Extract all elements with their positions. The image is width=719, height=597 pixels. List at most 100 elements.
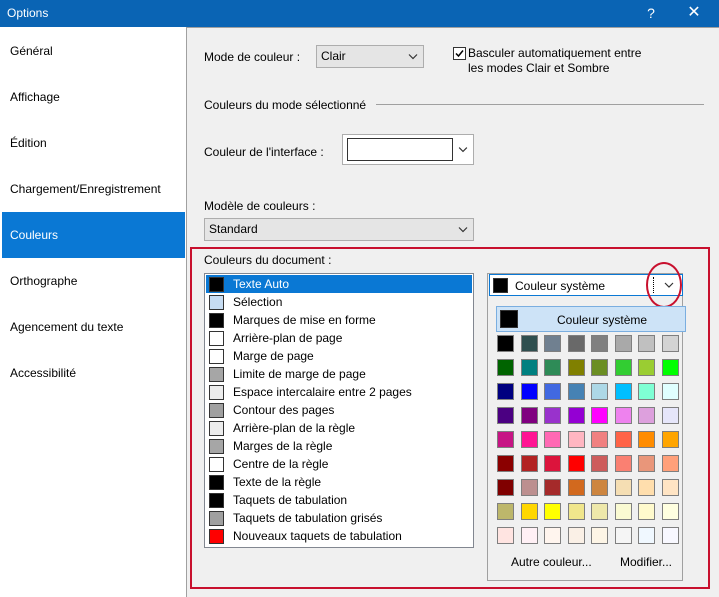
list-item[interactable]: Sélection — [206, 293, 472, 311]
color-cell[interactable] — [497, 455, 514, 472]
color-cell[interactable] — [591, 431, 608, 448]
color-cell[interactable] — [520, 479, 538, 496]
color-cell[interactable] — [591, 335, 608, 352]
sidebar-item-colors[interactable]: Couleurs — [2, 212, 185, 258]
color-cell[interactable] — [638, 527, 655, 544]
color-model-select[interactable]: Standard — [204, 218, 474, 241]
list-item[interactable]: Arrière-plan de page — [206, 329, 472, 347]
color-cell[interactable] — [544, 479, 561, 496]
color-cell[interactable] — [638, 479, 655, 496]
color-cell[interactable] — [497, 503, 514, 520]
color-cell[interactable] — [591, 479, 608, 496]
list-item[interactable]: Taquets de tabulation — [206, 491, 472, 509]
color-cell[interactable] — [567, 407, 585, 424]
color-cell[interactable] — [661, 455, 679, 472]
color-cell[interactable] — [567, 503, 585, 520]
color-cell[interactable] — [497, 407, 514, 424]
list-item[interactable]: Espace intercalaire entre 2 pages — [206, 383, 472, 401]
color-cell[interactable] — [661, 479, 679, 496]
color-cell[interactable] — [661, 527, 679, 544]
color-cell[interactable] — [567, 359, 585, 376]
sidebar-item-editing[interactable]: Édition — [2, 120, 185, 166]
sidebar-item-accessibility[interactable]: Accessibilité — [2, 350, 185, 396]
list-item[interactable]: Marge de page — [206, 347, 472, 365]
color-cell[interactable] — [567, 479, 585, 496]
color-cell[interactable] — [591, 455, 608, 472]
color-cell[interactable] — [497, 431, 514, 448]
color-cell[interactable] — [661, 431, 679, 448]
color-cell[interactable] — [638, 431, 655, 448]
color-cell[interactable] — [544, 455, 561, 472]
sidebar-item-spelling[interactable]: Orthographe — [2, 258, 185, 304]
color-cell[interactable] — [614, 359, 632, 376]
color-cell[interactable] — [591, 527, 608, 544]
color-cell[interactable] — [520, 527, 538, 544]
list-item[interactable]: Texte de la règle — [206, 473, 472, 491]
color-cell[interactable] — [661, 359, 679, 376]
sidebar-item-load-save[interactable]: Chargement/Enregistrement — [2, 166, 185, 212]
color-cell[interactable] — [614, 335, 632, 352]
color-cell[interactable] — [638, 407, 655, 424]
list-item[interactable]: Marques de mise en forme — [206, 311, 472, 329]
color-cell[interactable] — [520, 407, 538, 424]
color-cell[interactable] — [661, 383, 679, 400]
color-cell[interactable] — [567, 455, 585, 472]
color-cell[interactable] — [544, 407, 561, 424]
color-cell[interactable] — [520, 455, 538, 472]
color-cell[interactable] — [638, 383, 655, 400]
list-item[interactable]: Arrière-plan de la règle — [206, 419, 472, 437]
color-cell[interactable] — [497, 383, 514, 400]
color-cell[interactable] — [567, 527, 585, 544]
color-cell[interactable] — [544, 359, 561, 376]
modify-link[interactable]: Modifier... — [620, 555, 672, 569]
system-color-button[interactable]: Couleur système — [496, 306, 686, 332]
color-cell[interactable] — [614, 527, 632, 544]
color-cell[interactable] — [591, 359, 608, 376]
color-cell[interactable] — [638, 359, 655, 376]
help-icon[interactable]: ? — [639, 3, 663, 23]
close-icon[interactable]: ✕ — [680, 3, 708, 23]
color-cell[interactable] — [567, 431, 585, 448]
color-cell[interactable] — [614, 407, 632, 424]
color-cell[interactable] — [638, 503, 655, 520]
color-cell[interactable] — [638, 335, 655, 352]
list-item[interactable]: Centre de la règle — [206, 455, 472, 473]
color-cell[interactable] — [661, 407, 679, 424]
list-item[interactable]: Limite de marge de page — [206, 365, 472, 383]
color-cell[interactable] — [591, 383, 608, 400]
color-cell[interactable] — [520, 359, 538, 376]
color-cell[interactable] — [544, 383, 561, 400]
color-mode-select[interactable]: Clair — [316, 45, 424, 68]
color-cell[interactable] — [661, 335, 679, 352]
color-cell[interactable] — [520, 431, 538, 448]
color-cell[interactable] — [567, 335, 585, 352]
color-cell[interactable] — [520, 503, 538, 520]
color-cell[interactable] — [614, 503, 632, 520]
document-colors-list[interactable]: Texte Auto Sélection Marques de mise en fo… — [204, 273, 474, 548]
color-cell[interactable] — [520, 335, 538, 352]
auto-switch-checkbox[interactable] — [453, 47, 466, 60]
list-item[interactable]: Contour des pages — [206, 401, 472, 419]
color-cell[interactable] — [544, 431, 561, 448]
list-item[interactable]: Marges de la règle — [206, 437, 472, 455]
list-item[interactable]: Taquets de tabulation grisés — [206, 509, 472, 527]
other-color-link[interactable]: Autre couleur... — [511, 555, 592, 569]
color-cell[interactable] — [614, 479, 632, 496]
color-cell[interactable] — [544, 503, 561, 520]
list-item[interactable]: Texte Auto — [206, 275, 472, 293]
color-cell[interactable] — [497, 479, 514, 496]
color-cell[interactable] — [544, 527, 561, 544]
color-cell[interactable] — [497, 527, 514, 544]
interface-color-select[interactable] — [342, 134, 474, 165]
color-cell[interactable] — [497, 335, 514, 352]
color-cell[interactable] — [614, 431, 632, 448]
color-cell[interactable] — [638, 455, 655, 472]
sidebar-item-text-layout[interactable]: Agencement du texte — [2, 304, 185, 350]
list-item[interactable]: Nouveaux taquets de tabulation — [206, 527, 472, 545]
color-cell[interactable] — [591, 503, 608, 520]
color-cell[interactable] — [497, 359, 514, 376]
color-cell[interactable] — [520, 383, 538, 400]
color-cell[interactable] — [661, 503, 679, 520]
color-cell[interactable] — [591, 407, 608, 424]
sidebar-item-display[interactable]: Affichage — [2, 74, 185, 120]
